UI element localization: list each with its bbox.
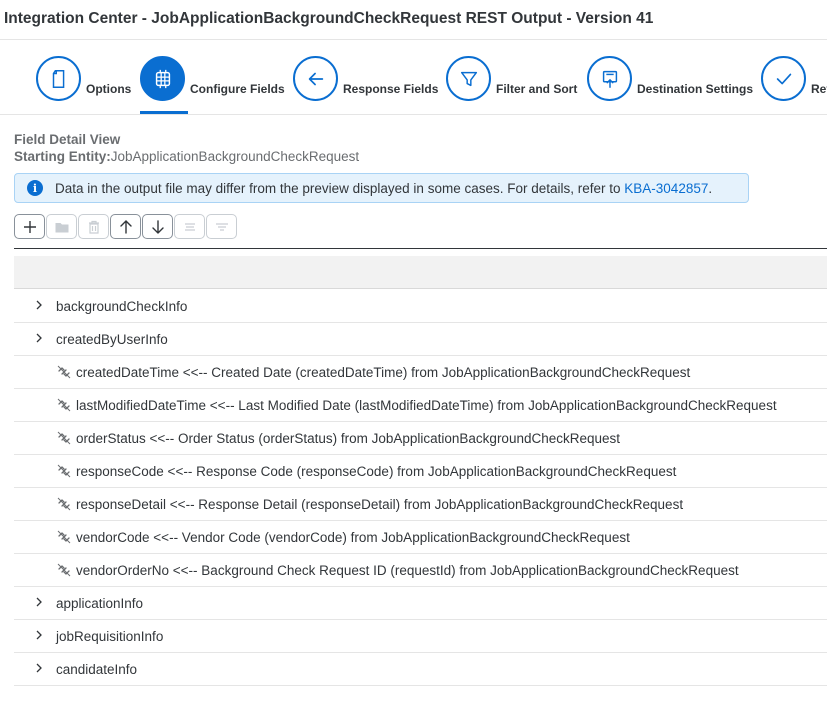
starting-entity-label: Starting Entity: <box>14 149 111 164</box>
step-label: Destination Settings <box>637 82 754 96</box>
info-message: Data in the output file may differ from … <box>55 181 712 196</box>
chevron-right-icon[interactable] <box>34 662 46 676</box>
tree-row-label: applicationInfo <box>56 596 144 611</box>
tree-row-createdbyuserinfo[interactable]: createdByUserInfo <box>14 323 827 356</box>
info-message-text: Data in the output file may differ from … <box>55 180 625 196</box>
starting-entity-value: JobApplicationBackgroundCheckRequest <box>110 149 360 164</box>
move-up-button[interactable] <box>110 214 141 239</box>
link-icon <box>56 463 72 479</box>
filter-lines-icon <box>215 222 228 231</box>
step-label: Configure Fields <box>190 82 285 96</box>
arrow-left-icon <box>293 56 338 101</box>
tree-row-orderstatus[interactable]: orderStatus <<-- Order Status (orderStat… <box>14 422 827 455</box>
step-label: Rev <box>811 82 827 96</box>
add-button[interactable] <box>14 214 45 239</box>
tree-row-label: vendorCode <<-- Vendor Code (vendorCode)… <box>76 530 630 545</box>
info-message-suffix: . <box>708 180 713 196</box>
info-message-strip: i Data in the output file may differ fro… <box>14 173 749 203</box>
tree-row-vendorcode[interactable]: vendorCode <<-- Vendor Code (vendorCode)… <box>14 521 827 554</box>
link-icon <box>56 430 72 446</box>
link-icon <box>56 562 72 578</box>
link-icon <box>56 496 72 512</box>
arrow-up-icon <box>119 219 132 234</box>
align-center-icon <box>184 222 195 231</box>
title-bar: Integration Center - JobApplicationBackg… <box>0 0 827 40</box>
tree-row-responsedetail[interactable]: responseDetail <<-- Response Detail (res… <box>14 488 827 521</box>
window-title: Integration Center - JobApplicationBackg… <box>4 10 654 27</box>
tree-row-label: lastModifiedDateTime <<-- Last Modified … <box>76 398 777 413</box>
tree-row-createddatetime[interactable]: createdDateTime <<-- Created Date (creat… <box>14 356 827 389</box>
tree-row-label: orderStatus <<-- Order Status (orderStat… <box>76 431 621 446</box>
align-button[interactable] <box>174 214 205 239</box>
step-label: Options <box>86 82 132 96</box>
field-detail-title: Field Detail View <box>14 132 121 147</box>
kba-link[interactable]: KBA-3042857 <box>624 181 708 196</box>
tree-row-jobrequisitioninfo[interactable]: jobRequisitionInfo <box>14 620 827 653</box>
arrow-down-icon <box>151 219 164 234</box>
add-icon <box>23 220 36 233</box>
link-icon <box>56 529 72 545</box>
folder-icon <box>55 222 68 232</box>
chevron-right-icon[interactable] <box>34 629 46 643</box>
tree-row-candidateinfo[interactable]: candidateInfo <box>14 653 827 686</box>
tree-row-responsecode[interactable]: responseCode <<-- Response Code (respons… <box>14 455 827 488</box>
filter-lines-button[interactable] <box>206 214 237 239</box>
tree-row-label: responseDetail <<-- Response Detail (res… <box>76 497 684 512</box>
field-detail-header: Field Detail View Starting Entity:JobApp… <box>14 131 359 165</box>
tree-toolbar <box>14 214 238 239</box>
tree-row-applicationinfo[interactable]: applicationInfo <box>14 587 827 620</box>
tree-row-lastmodifieddatetime[interactable]: lastModifiedDateTime <<-- Last Modified … <box>14 389 827 422</box>
starting-entity: Starting Entity:JobApplicationBackground… <box>14 148 359 165</box>
document-icon <box>36 56 81 101</box>
chevron-right-icon[interactable] <box>34 299 46 313</box>
tree-row-vendororderno[interactable]: vendorOrderNo <<-- Background Check Requ… <box>14 554 827 587</box>
field-tree: backgroundCheckInfo createdByUserInfo cr… <box>14 290 827 686</box>
tree-row-label: candidateInfo <box>56 662 138 677</box>
checkmark-icon <box>761 56 806 101</box>
tree-row-label: responseCode <<-- Response Code (respons… <box>76 464 677 479</box>
active-step-indicator <box>140 111 188 114</box>
move-down-button[interactable] <box>142 214 173 239</box>
wizard-step-bar: Options Configure Fields Response Fields… <box>0 40 827 115</box>
step-label: Filter and Sort <box>496 82 578 96</box>
link-icon <box>56 364 72 380</box>
tree-divider <box>14 248 827 249</box>
filter-icon <box>446 56 491 101</box>
tree-row-label: vendorOrderNo <<-- Background Check Requ… <box>76 563 739 578</box>
tree-row-label: createdDateTime <<-- Created Date (creat… <box>76 365 691 380</box>
tree-header <box>14 256 827 289</box>
chevron-right-icon[interactable] <box>34 332 46 346</box>
info-icon: i <box>27 180 43 196</box>
tree-row-backgroundcheckinfo[interactable]: backgroundCheckInfo <box>14 290 827 323</box>
upload-icon <box>587 56 632 101</box>
step-label: Response Fields <box>343 82 439 96</box>
tree-row-label: jobRequisitionInfo <box>56 629 164 644</box>
grid-icon <box>140 56 185 101</box>
delete-button[interactable] <box>78 214 109 239</box>
delete-icon <box>88 220 99 234</box>
add-folder-button[interactable] <box>46 214 77 239</box>
chevron-right-icon[interactable] <box>34 596 46 610</box>
tree-row-label: createdByUserInfo <box>56 332 168 347</box>
tree-row-label: backgroundCheckInfo <box>56 299 188 314</box>
link-icon <box>56 397 72 413</box>
